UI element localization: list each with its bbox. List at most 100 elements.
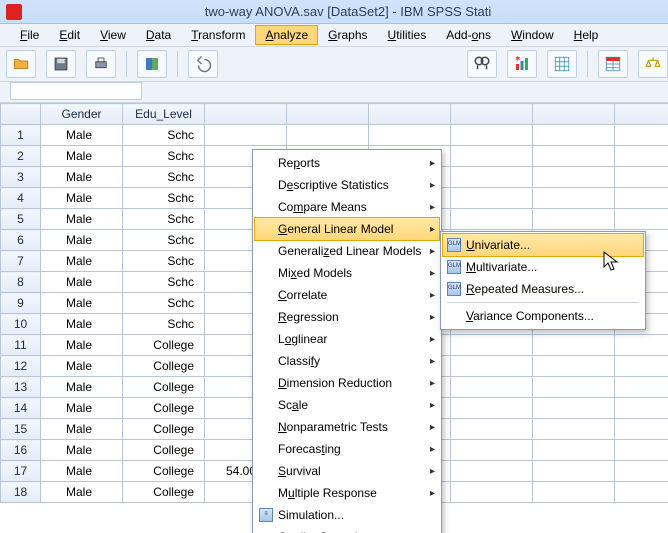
cell-empty[interactable]	[615, 377, 668, 398]
menu-file[interactable]: File	[10, 25, 49, 45]
menu-item[interactable]: GLMUnivariate...	[442, 233, 644, 257]
cell-gender[interactable]: Male	[41, 146, 123, 167]
menu-utilities[interactable]: Utilities	[378, 25, 437, 45]
menu-item[interactable]: GLMRepeated Measures...	[443, 278, 643, 300]
undo-button[interactable]	[188, 50, 218, 78]
cell-gender[interactable]: Male	[41, 314, 123, 335]
menu-item[interactable]: Loglinear▸	[255, 328, 439, 350]
cell-empty[interactable]	[533, 461, 615, 482]
cell-empty[interactable]	[615, 440, 668, 461]
cell-empty[interactable]	[615, 146, 668, 167]
cell-empty[interactable]	[451, 146, 533, 167]
cell-edu[interactable]: Schc	[123, 188, 205, 209]
cell-gender[interactable]: Male	[41, 377, 123, 398]
menu-edit[interactable]: Edit	[49, 25, 90, 45]
menu-item[interactable]: Scale▸	[255, 394, 439, 416]
row-number[interactable]: 17	[1, 461, 41, 482]
cell-reference-box[interactable]	[10, 82, 142, 100]
cell-empty[interactable]	[451, 356, 533, 377]
col-header-empty[interactable]	[451, 104, 533, 125]
weights-button[interactable]	[638, 50, 668, 78]
menu-item[interactable]: GLMMultivariate...	[443, 256, 643, 278]
menu-item[interactable]: Regression▸	[255, 306, 439, 328]
cell-empty[interactable]	[451, 377, 533, 398]
cell-gender[interactable]: Male	[41, 272, 123, 293]
row-number[interactable]: 10	[1, 314, 41, 335]
menu-item[interactable]: Survival▸	[255, 460, 439, 482]
row-number[interactable]: 16	[1, 440, 41, 461]
cell-edu[interactable]: Schc	[123, 209, 205, 230]
cell-edu[interactable]: Schc	[123, 230, 205, 251]
row-number[interactable]: 6	[1, 230, 41, 251]
open-button[interactable]	[6, 50, 36, 78]
cell-empty[interactable]	[451, 419, 533, 440]
cell-gender[interactable]: Male	[41, 461, 123, 482]
cell-empty[interactable]	[287, 125, 369, 146]
cell-empty[interactable]	[533, 356, 615, 377]
menu-item[interactable]: Multiple Response▸	[255, 482, 439, 504]
row-number[interactable]: 8	[1, 272, 41, 293]
cell-empty[interactable]	[615, 335, 668, 356]
cell-empty[interactable]	[615, 356, 668, 377]
cell-edu[interactable]: College	[123, 461, 205, 482]
cell-edu[interactable]: College	[123, 440, 205, 461]
row-number[interactable]: 9	[1, 293, 41, 314]
cell-empty[interactable]	[533, 146, 615, 167]
data-button[interactable]	[137, 50, 167, 78]
table-button[interactable]	[598, 50, 628, 78]
cell-gender[interactable]: Male	[41, 188, 123, 209]
menu-addons[interactable]: Add-ons	[436, 25, 501, 45]
cell-empty[interactable]	[451, 398, 533, 419]
cell-empty[interactable]	[451, 125, 533, 146]
corner-cell[interactable]	[1, 104, 41, 125]
cell-empty[interactable]	[615, 167, 668, 188]
menu-item[interactable]: Correlate▸	[255, 284, 439, 306]
col-header-empty[interactable]	[205, 104, 287, 125]
cell-edu[interactable]: College	[123, 398, 205, 419]
cell-empty[interactable]	[451, 440, 533, 461]
cell-edu[interactable]: Schc	[123, 251, 205, 272]
cell-empty[interactable]	[533, 482, 615, 503]
row-number[interactable]: 18	[1, 482, 41, 503]
cell-gender[interactable]: Male	[41, 356, 123, 377]
cell-gender[interactable]: Male	[41, 230, 123, 251]
menu-item[interactable]: Descriptive Statistics▸	[255, 174, 439, 196]
cell-empty[interactable]	[533, 440, 615, 461]
find-button[interactable]	[467, 50, 497, 78]
cell-edu[interactable]: College	[123, 419, 205, 440]
cell-edu[interactable]: College	[123, 482, 205, 503]
cell-empty[interactable]	[533, 419, 615, 440]
menu-item[interactable]: General Linear Model▸	[254, 217, 440, 241]
row-number[interactable]: 11	[1, 335, 41, 356]
menu-item[interactable]: Quality Control▸	[255, 526, 439, 533]
cell-empty[interactable]	[451, 188, 533, 209]
menu-item[interactable]: Forecasting▸	[255, 438, 439, 460]
cell-empty[interactable]	[533, 398, 615, 419]
col-header[interactable]: Edu_Level	[123, 104, 205, 125]
col-header[interactable]: Gender	[41, 104, 123, 125]
cell-gender[interactable]: Male	[41, 482, 123, 503]
cell-gender[interactable]: Male	[41, 167, 123, 188]
cell-gender[interactable]: Male	[41, 440, 123, 461]
menu-analyze[interactable]: Analyze	[255, 25, 318, 45]
menu-help[interactable]: Help	[564, 25, 609, 45]
cell-empty[interactable]	[533, 335, 615, 356]
cell-edu[interactable]: College	[123, 377, 205, 398]
cell-edu[interactable]: College	[123, 356, 205, 377]
cell-empty[interactable]	[533, 188, 615, 209]
menu-item[interactable]: Variance Components...	[443, 305, 643, 327]
cell-gender[interactable]: Male	[41, 251, 123, 272]
cell-empty[interactable]	[615, 209, 668, 230]
cell-empty[interactable]	[369, 125, 451, 146]
cell-gender[interactable]: Male	[41, 125, 123, 146]
menu-transform[interactable]: Transform	[181, 25, 255, 45]
cell-edu[interactable]: Schc	[123, 272, 205, 293]
cell-edu[interactable]: Schc	[123, 125, 205, 146]
cell-empty[interactable]	[615, 461, 668, 482]
cell-gender[interactable]: Male	[41, 335, 123, 356]
cell-gender[interactable]: Male	[41, 398, 123, 419]
print-button[interactable]	[86, 50, 116, 78]
row-number[interactable]: 15	[1, 419, 41, 440]
table-row[interactable]: 1MaleSchc	[1, 125, 668, 146]
row-number[interactable]: 7	[1, 251, 41, 272]
